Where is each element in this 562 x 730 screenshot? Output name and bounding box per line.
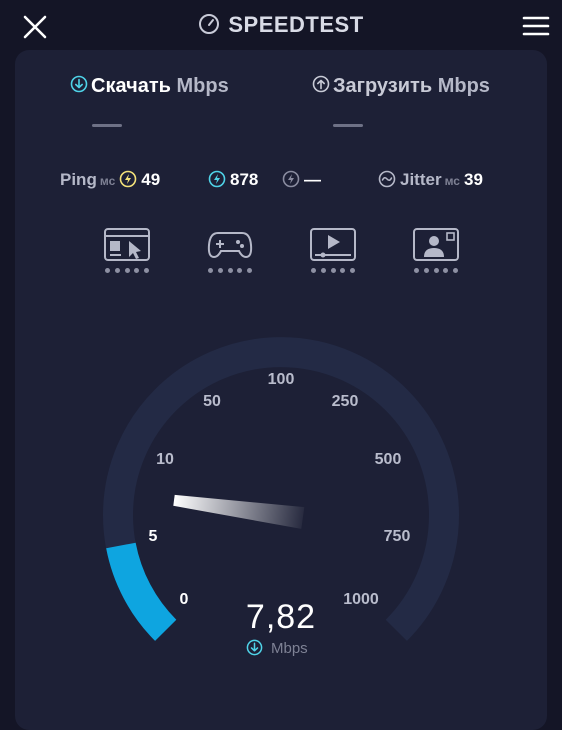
gauge-tick-250: 250 — [331, 393, 359, 410]
gauge-tick-1000: 1000 — [343, 591, 379, 608]
gauge-tick-100: 100 — [267, 371, 295, 388]
speed-unit: Mbps — [246, 639, 308, 657]
gauge-tick-50: 50 — [203, 393, 221, 410]
gauge-tick-5: 5 — [148, 528, 158, 545]
speed-gauge — [103, 337, 459, 641]
gauge-track — [103, 337, 459, 641]
gauge-tick-500: 500 — [374, 451, 402, 468]
gauge-tick-750: 750 — [383, 528, 411, 545]
speed-unit-text: Mbps — [271, 640, 308, 657]
gauge-progress — [106, 542, 177, 641]
gauge-needle — [173, 494, 305, 529]
gauge-tick-10: 10 — [156, 451, 174, 468]
download-arrow-icon — [246, 639, 263, 656]
gauge-tick-0: 0 — [179, 591, 189, 608]
speed-value: 7,82 — [245, 598, 317, 636]
